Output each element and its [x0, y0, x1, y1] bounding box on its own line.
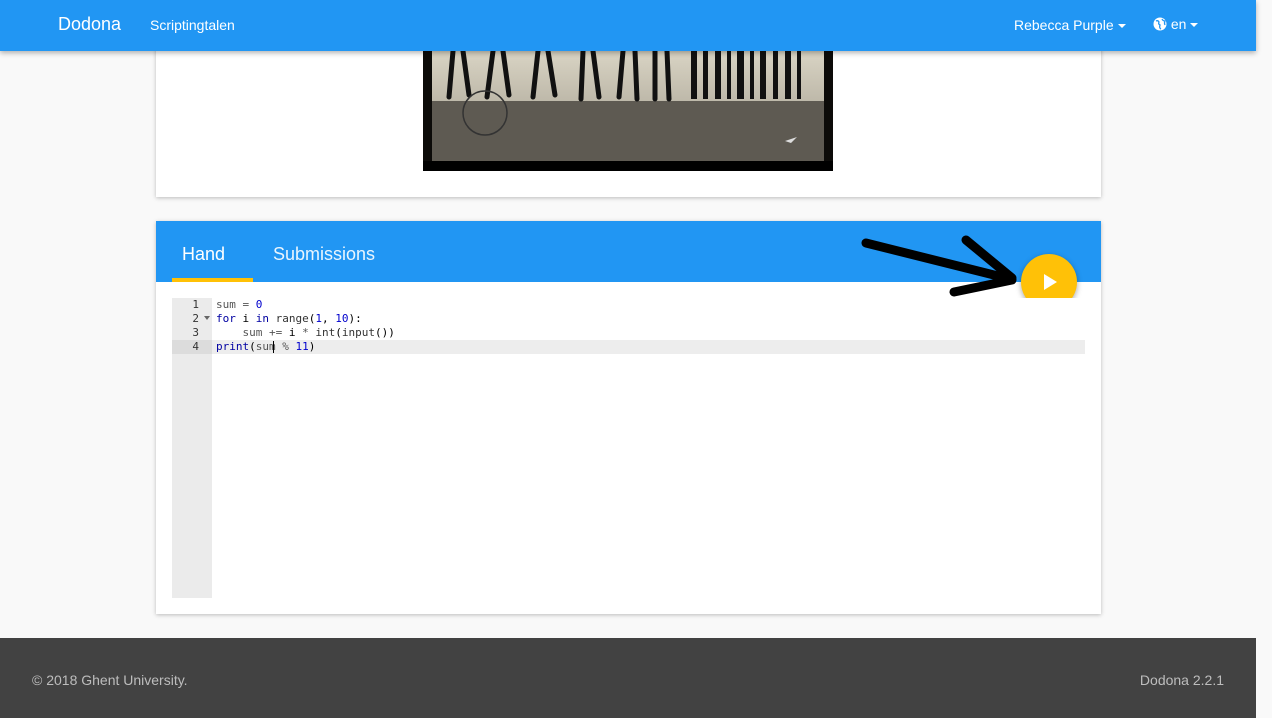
code-token: )	[308, 340, 316, 353]
code-token: for	[216, 312, 236, 325]
code-line[interactable]: sum = 0	[216, 298, 262, 312]
code-token: 1	[315, 312, 322, 325]
code-token: +=	[262, 326, 289, 339]
code-token: i	[235, 312, 256, 325]
page-footer: © 2018 Ghent University. Dodona 2.2.1	[0, 638, 1256, 718]
code-token: =	[235, 298, 256, 311]
text-cursor	[273, 341, 274, 353]
code-token: sum	[216, 326, 263, 339]
fold-toggle-icon[interactable]	[204, 316, 210, 320]
code-line[interactable]: for i in range(1, 10):	[216, 312, 362, 326]
caret-down-icon	[1190, 23, 1199, 28]
globe-icon	[1153, 17, 1167, 31]
code-editor[interactable]: 1 2 3 4 sum = 0 for i in range(1, 10): s…	[172, 298, 1085, 598]
code-token: int	[315, 326, 336, 339]
line-number: 1	[192, 298, 199, 311]
caret-down-icon	[1117, 24, 1126, 29]
code-token: (	[335, 326, 342, 339]
copyright-text: © 2018 Ghent University.	[32, 672, 188, 688]
user-name: Rebecca Purple	[1014, 17, 1114, 33]
active-tab-indicator	[172, 278, 253, 282]
code-line[interactable]: print(sum % 11)	[216, 340, 315, 354]
code-token: ())	[374, 326, 395, 339]
code-token: print	[216, 340, 250, 353]
code-token: 0	[255, 298, 263, 311]
line-number: 4	[172, 340, 212, 354]
code-token: 10	[335, 312, 349, 325]
code-line[interactable]: sum += i * int(input())	[216, 326, 395, 340]
version-text: Dodona 2.2.1	[1139, 672, 1224, 688]
code-token: range	[275, 312, 309, 325]
language-menu[interactable]: en	[1153, 16, 1199, 32]
code-token: in	[255, 312, 269, 325]
user-menu[interactable]: Rebecca Purple	[1014, 17, 1126, 33]
submission-card: Hand in Submissions 1 2 3 4 sum = 0 for …	[156, 221, 1101, 614]
course-link[interactable]: Scriptingtalen	[150, 17, 235, 33]
tab-submissions[interactable]: Submissions	[263, 221, 383, 282]
code-token: sum	[216, 298, 236, 311]
exercise-image	[423, 51, 833, 171]
code-token: 11	[295, 340, 309, 353]
active-line-highlight	[212, 340, 1085, 354]
page-scrollbar[interactable]	[1256, 0, 1272, 718]
tab-hand-in[interactable]: Hand in	[172, 221, 253, 330]
language-label: en	[1170, 16, 1187, 32]
code-token: (	[249, 340, 256, 353]
code-token: *	[295, 326, 316, 339]
line-number: 3	[192, 326, 199, 339]
top-navbar: Dodona Scriptingtalen Rebecca Purple en	[0, 0, 1256, 51]
code-token: input	[341, 326, 375, 339]
code-token: %	[275, 340, 296, 353]
code-token: ,	[322, 312, 336, 325]
brand-logo[interactable]: Dodona	[58, 14, 121, 35]
annotation-arrow-icon	[861, 235, 1017, 297]
play-icon	[1044, 274, 1057, 290]
code-token: ):	[348, 312, 362, 325]
line-number: 2	[172, 312, 212, 326]
